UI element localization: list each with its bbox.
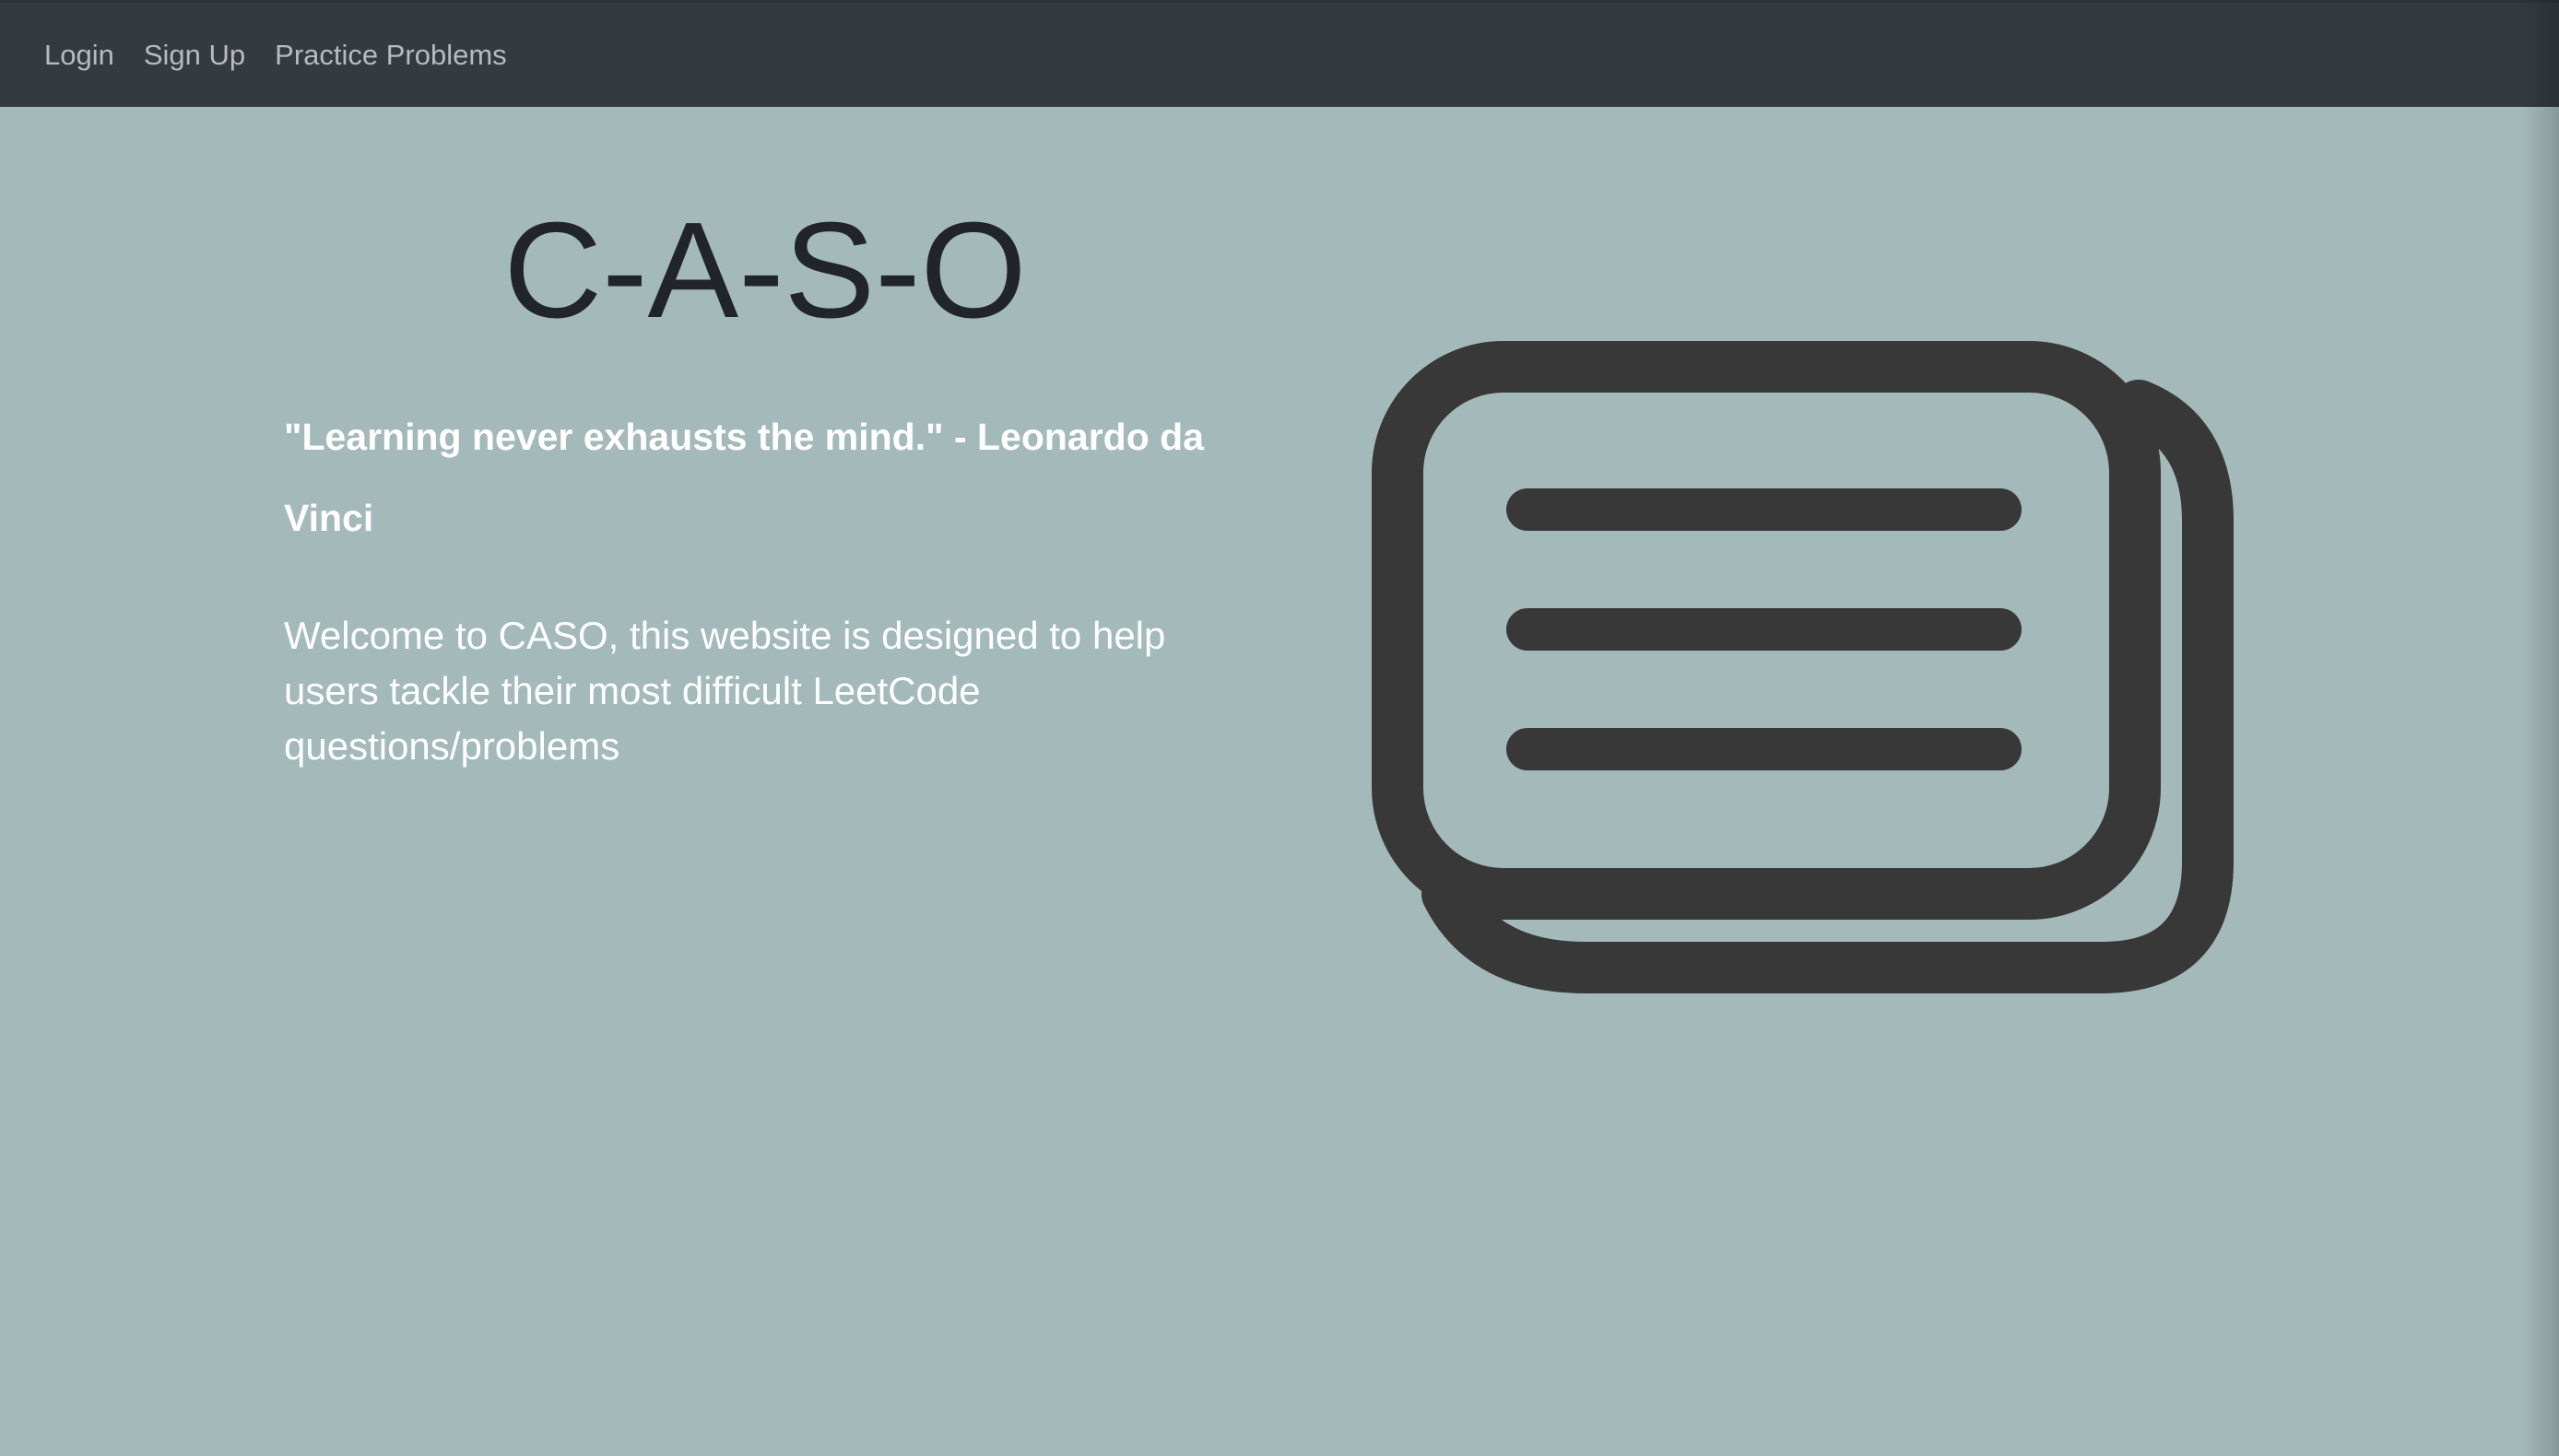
page-title: C-A-S-O <box>503 194 1027 346</box>
stacked-cards-icon <box>1372 341 2234 993</box>
welcome-text: Welcome to CASO, this website is designe… <box>284 614 1166 768</box>
nav-signup-link[interactable]: Sign Up <box>144 41 245 69</box>
top-navbar: Login Sign Up Practice Problems <box>0 0 2559 107</box>
nav-practice-problems-link[interactable]: Practice Problems <box>275 41 507 69</box>
nav-login-link[interactable]: Login <box>44 41 114 69</box>
quote-text: "Learning never exhausts the mind." - Le… <box>284 416 1205 539</box>
page: Login Sign Up Practice Problems C-A-S-O … <box>0 0 2559 1456</box>
